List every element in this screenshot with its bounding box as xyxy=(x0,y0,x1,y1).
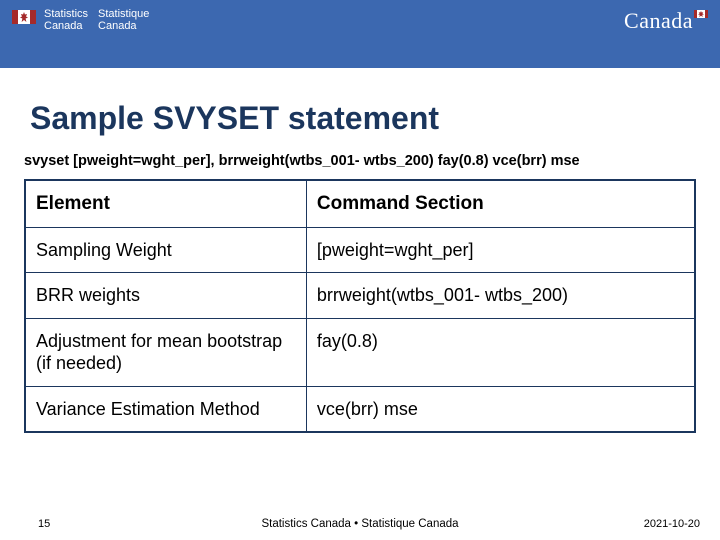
canada-wordmark: Canada xyxy=(624,8,708,34)
command-table: Element Command Section Sampling Weight … xyxy=(24,179,696,433)
header-section: Command Section xyxy=(306,180,695,227)
footer-date: 2021-10-20 xyxy=(644,518,700,530)
slide-title: Sample SVYSET statement xyxy=(30,100,696,137)
slide-content: Sample SVYSET statement svyset [pweight=… xyxy=(0,68,720,433)
page-number: 15 xyxy=(38,518,50,530)
gov-signature-text: Statistics Canada Statistique Canada xyxy=(44,8,149,32)
table-row: Adjustment for mean bootstrap (if needed… xyxy=(25,318,695,386)
table-row: Variance Estimation Method vce(brr) mse xyxy=(25,386,695,432)
canada-wordmark-text: Canada xyxy=(624,8,693,34)
flag-icon xyxy=(694,10,708,18)
table-row: Sampling Weight [pweight=wght_per] xyxy=(25,227,695,273)
gov-left-signature: Statistics Canada Statistique Canada xyxy=(12,8,149,32)
table-header-row: Element Command Section xyxy=(25,180,695,227)
cell-section: vce(brr) mse xyxy=(306,386,695,432)
gov-fr-line1: Statistique xyxy=(98,8,149,20)
cell-element: BRR weights xyxy=(25,273,306,319)
gov-en-line2: Canada xyxy=(44,20,88,32)
header-bar: Statistics Canada Statistique Canada Can… xyxy=(0,0,720,68)
cell-section: fay(0.8) xyxy=(306,318,695,386)
cell-element: Variance Estimation Method xyxy=(25,386,306,432)
flag-icon xyxy=(12,10,36,24)
gov-fr-line2: Canada xyxy=(98,20,149,32)
cell-section: brrweight(wtbs_001- wtbs_200) xyxy=(306,273,695,319)
command-line: svyset [pweight=wght_per], brrweight(wtb… xyxy=(24,153,696,169)
slide-footer: 15 Statistics Canada • Statistique Canad… xyxy=(0,518,720,530)
cell-element: Adjustment for mean bootstrap (if needed… xyxy=(25,318,306,386)
cell-element: Sampling Weight xyxy=(25,227,306,273)
cell-section: [pweight=wght_per] xyxy=(306,227,695,273)
gov-en-line1: Statistics xyxy=(44,8,88,20)
header-element: Element xyxy=(25,180,306,227)
table-row: BRR weights brrweight(wtbs_001- wtbs_200… xyxy=(25,273,695,319)
footer-center-text: Statistics Canada • Statistique Canada xyxy=(261,518,458,530)
